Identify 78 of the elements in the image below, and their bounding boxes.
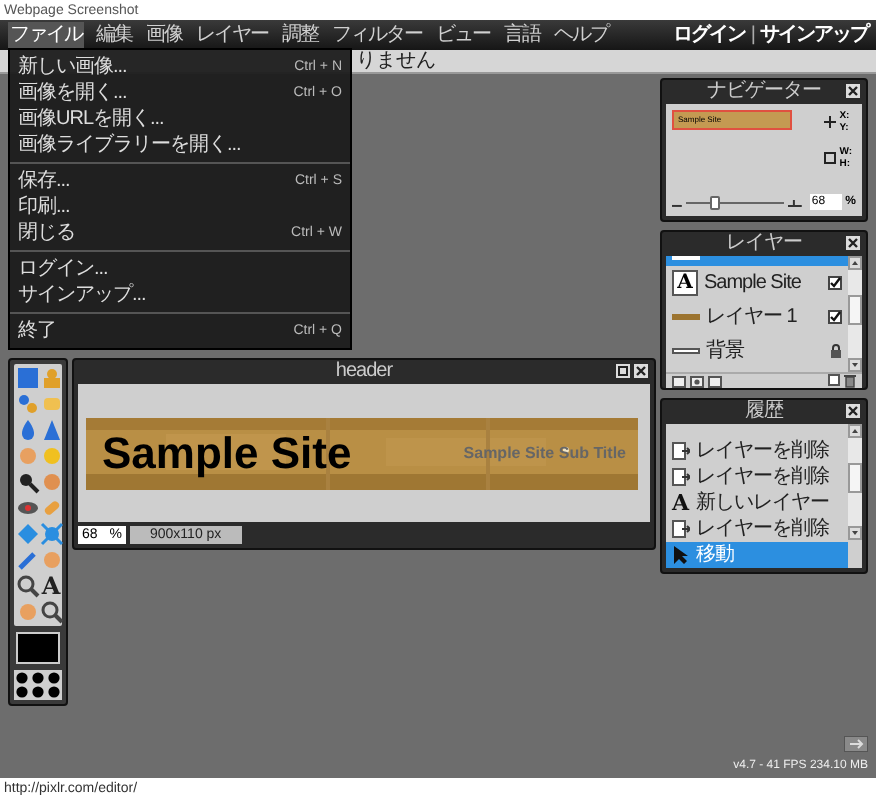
layer-style-icon[interactable]: [708, 375, 722, 387]
signup-link[interactable]: サインアップ: [760, 25, 868, 45]
layer-row[interactable]: レイヤー 1: [666, 300, 848, 334]
tool-icon[interactable]: [39, 444, 63, 468]
close-icon[interactable]: [634, 364, 648, 378]
screen-icon[interactable]: [844, 736, 868, 752]
menu-item[interactable]: 調整: [280, 22, 320, 48]
palette-icon[interactable]: [16, 672, 60, 698]
tool-icon[interactable]: [39, 366, 63, 390]
crosshair-icon: [823, 116, 836, 128]
slider-thumb[interactable]: [710, 195, 721, 209]
menu-item[interactable]: レイヤー: [194, 22, 270, 48]
zoom-in-icon[interactable]: [788, 197, 802, 207]
tool-icon[interactable]: [39, 470, 63, 494]
layer-settings-icon[interactable]: [672, 375, 686, 387]
tool-icon[interactable]: [39, 418, 63, 442]
visibility-checkbox[interactable]: [828, 310, 842, 324]
close-icon[interactable]: [846, 84, 860, 98]
layer-row[interactable]: A Sample Site: [666, 266, 848, 300]
menu-item[interactable]: 画像: [144, 22, 184, 48]
menu-option[interactable]: 画像URLを開く...: [10, 106, 350, 132]
tool-icon[interactable]: [39, 548, 63, 572]
tool-icon[interactable]: [39, 600, 63, 624]
panel-title: header: [335, 362, 393, 382]
color-swatch[interactable]: [16, 632, 60, 664]
new-layer-icon[interactable]: [828, 374, 840, 386]
history-label: レイヤーを削除: [696, 441, 829, 461]
layer-name: Sample Site: [704, 273, 803, 293]
layer-thumbnail: A: [672, 270, 698, 296]
maximize-icon[interactable]: [616, 364, 630, 378]
tool-icon[interactable]: [16, 496, 40, 520]
tool-icon[interactable]: [39, 392, 63, 416]
close-icon[interactable]: [846, 404, 860, 418]
layer-name: レイヤー 1: [706, 307, 799, 327]
menu-option[interactable]: サインアップ...: [10, 282, 350, 308]
site-heading: Sample Site: [102, 431, 352, 475]
text-tool[interactable]: A: [39, 574, 63, 598]
tool-icon[interactable]: [39, 496, 63, 520]
history-item[interactable]: レイヤーを削除: [666, 438, 848, 464]
menu-option[interactable]: 画像ライブラリーを開く...: [10, 132, 350, 158]
menu-item[interactable]: ヘルプ: [552, 22, 610, 48]
panel-title: 履歴: [745, 402, 783, 422]
menu-item[interactable]: ファイル: [8, 22, 84, 48]
history-item[interactable]: A 新しいレイヤー: [666, 490, 848, 516]
history-label: レイヤーを削除: [696, 519, 829, 539]
pointer-icon: [672, 546, 690, 564]
mask-icon[interactable]: [690, 375, 704, 387]
menu-item[interactable]: 編集: [94, 22, 134, 48]
panel-title: レイヤー: [726, 234, 802, 254]
history-item[interactable]: レイヤーを削除: [666, 464, 848, 490]
layer-thumbnail: [672, 348, 700, 354]
site-subtitle: Sample Site Sub Title: [463, 445, 626, 461]
visibility-checkbox[interactable]: [828, 276, 842, 290]
scrollbar[interactable]: [848, 424, 862, 540]
separator: |: [750, 25, 754, 45]
scrollbar[interactable]: [848, 256, 862, 372]
history-item[interactable]: レイヤーを削除: [666, 516, 848, 542]
tool-icon[interactable]: [16, 470, 40, 494]
history-label: 移動: [696, 545, 734, 565]
menu-option[interactable]: ログイン...: [10, 256, 350, 282]
login-link[interactable]: ログイン: [672, 25, 745, 45]
menu-item[interactable]: フィルター: [330, 22, 424, 48]
panel-title: ナビゲーター: [707, 82, 821, 102]
close-icon[interactable]: [846, 236, 860, 250]
layer-name: 背景: [706, 341, 746, 361]
layer-row[interactable]: 背景: [666, 334, 848, 368]
options-message: りません: [356, 51, 436, 71]
tool-icon[interactable]: [39, 522, 63, 546]
size-icon: [823, 152, 836, 164]
layer-thumbnail: [672, 314, 700, 320]
history-label: 新しいレイヤー: [696, 493, 829, 513]
tool-icon[interactable]: [16, 574, 40, 598]
trash-icon[interactable]: [844, 374, 856, 388]
history-glyph: A: [672, 492, 690, 514]
menu-item[interactable]: 言語: [502, 22, 542, 48]
history-label: レイヤーを削除: [696, 467, 829, 487]
menu-item[interactable]: ビュー: [434, 22, 492, 48]
menu-option[interactable]: 印刷...: [10, 194, 350, 220]
